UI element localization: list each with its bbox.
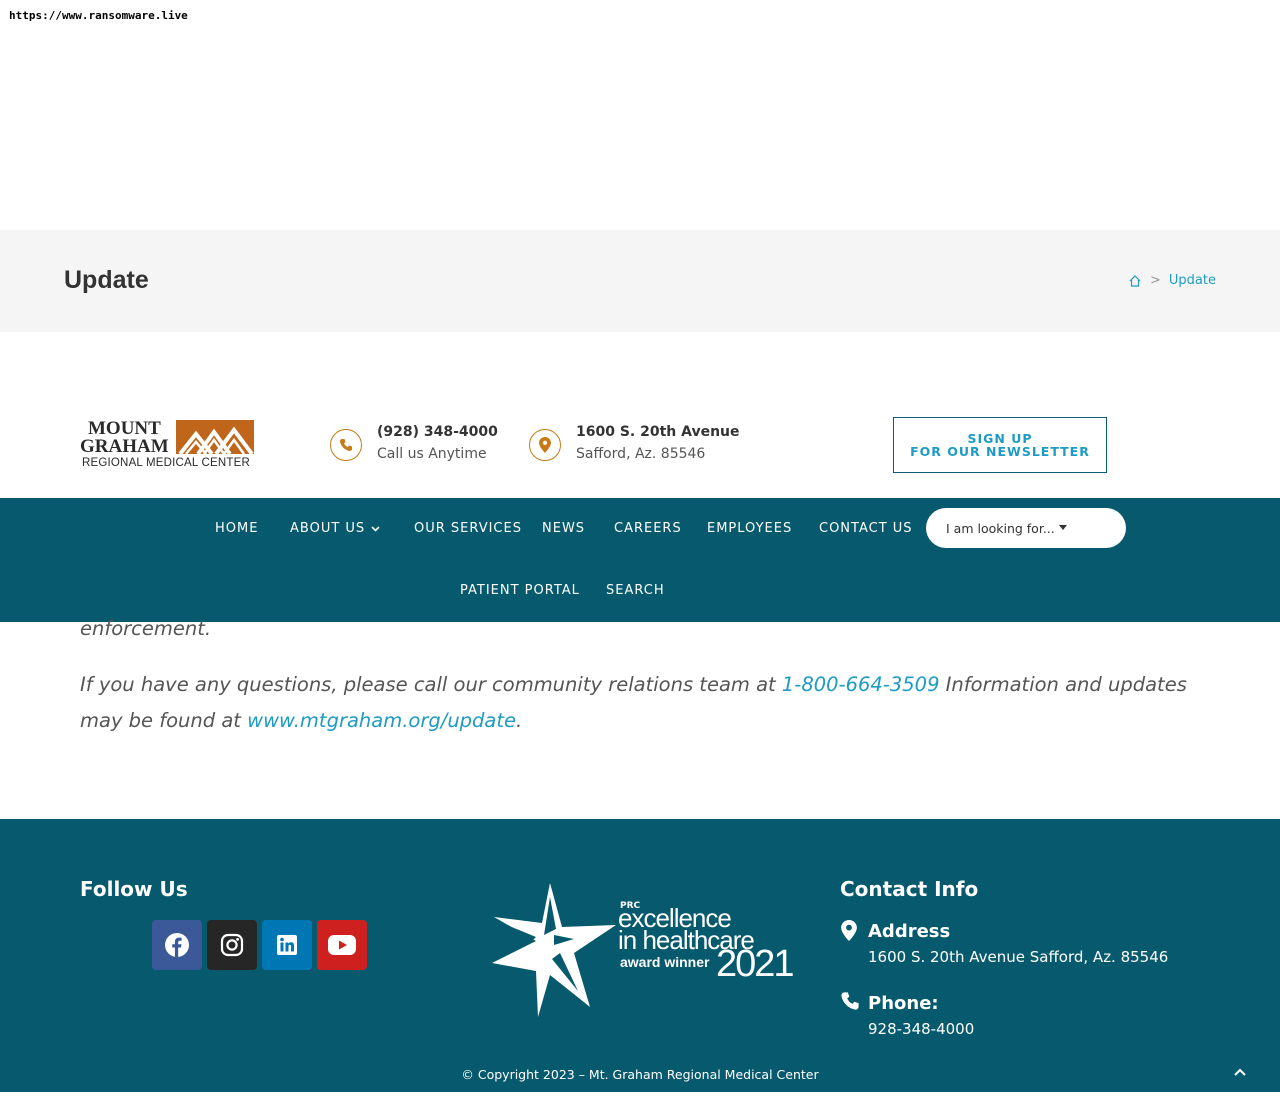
facebook-icon — [165, 933, 189, 957]
topbar: MOUNT GRAHAM REGIONAL MEDICAL CENTER (92… — [0, 395, 1280, 498]
page-header: Update > Update — [0, 230, 1280, 332]
breadcrumb-separator: > — [1150, 273, 1161, 288]
map-marker-icon — [529, 429, 561, 461]
nav-employees[interactable]: EMPLOYEES — [707, 521, 792, 536]
nav-careers[interactable]: CAREERS — [614, 521, 682, 536]
signup-line2: FOR OUR NEWSLETTER — [910, 444, 1090, 459]
site-footer: Follow Us PRC excellence in healthcare a… — [0, 819, 1280, 1092]
address-label: Address — [868, 921, 951, 942]
nav-about-us[interactable]: ABOUT US — [290, 521, 380, 536]
nav-patient-portal[interactable]: PATIENT PORTAL — [460, 583, 580, 598]
award-year: 2021 — [716, 943, 795, 985]
mountain-logo-icon — [176, 420, 254, 456]
chevron-up-icon — [1234, 1068, 1246, 1076]
youtube-icon — [328, 935, 356, 955]
address-street: 1600 S. 20th Avenue — [576, 424, 740, 440]
phone-icon — [330, 429, 362, 461]
nav-contact-us[interactable]: CONTACT US — [819, 521, 913, 536]
url-text: https://www.ransomware.live — [9, 9, 188, 22]
youtube-link[interactable] — [317, 920, 367, 970]
linkedin-link[interactable] — [262, 920, 312, 970]
update-page-link[interactable]: www.mtgraham.org/update — [247, 709, 516, 732]
nav-news[interactable]: NEWS — [542, 521, 585, 536]
phone-subtitle: Call us Anytime — [377, 446, 487, 462]
instagram-icon — [220, 933, 244, 957]
follow-us-title: Follow Us — [80, 877, 188, 901]
award-winner: award winner — [620, 954, 710, 970]
home-icon[interactable] — [1128, 274, 1142, 288]
nav-home[interactable]: HOME — [215, 521, 258, 536]
phone-icon — [841, 992, 859, 1010]
linkedin-icon — [277, 935, 297, 955]
looking-for-label: I am looking for... — [946, 520, 1055, 536]
caret-down-icon — [1059, 525, 1067, 530]
award-badge: PRC excellence in healthcare award winne… — [490, 879, 795, 1021]
site-logo[interactable]: MOUNT GRAHAM REGIONAL MEDICAL CENTER — [80, 418, 255, 472]
content-paragraph: If you have any questions, please call o… — [80, 673, 1187, 732]
phone-number[interactable]: (928) 348-4000 — [377, 421, 498, 443]
address-info: 1600 S. 20th Avenue Safford, Az. 85546 — [529, 421, 740, 465]
map-marker-icon — [841, 920, 857, 941]
phone-label: Phone: — [868, 993, 939, 1014]
looking-for-select[interactable]: I am looking for... — [926, 508, 1126, 548]
nav-search[interactable]: SEARCH — [606, 583, 665, 598]
nav-our-services[interactable]: OUR SERVICES — [414, 521, 522, 536]
logo-line2: GRAHAM — [80, 436, 169, 457]
copyright-text: © Copyright 2023 – Mt. Graham Regional M… — [461, 1067, 819, 1082]
address-city: Safford, Az. 85546 — [576, 446, 706, 462]
logo-line3: REGIONAL MEDICAL CENTER — [82, 457, 250, 469]
page-title: Update — [64, 266, 149, 294]
newsletter-signup-button[interactable]: SIGN UP FOR OUR NEWSLETTER — [893, 417, 1107, 473]
contact-info-title: Contact Info — [840, 877, 979, 901]
scroll-to-top-button[interactable] — [1220, 1052, 1260, 1092]
address-value: 1600 S. 20th Avenue Safford, Az. 85546 — [868, 948, 1169, 966]
bottom-strip — [0, 1092, 1280, 1112]
content-paragraph-fragment: enforcement. — [80, 617, 212, 640]
instagram-link[interactable] — [207, 920, 257, 970]
breadcrumb: > Update — [1128, 273, 1216, 288]
phone-value[interactable]: 928-348-4000 — [868, 1020, 974, 1038]
main-navigation: HOME ABOUT US OUR SERVICES NEWS CAREERS … — [0, 498, 1280, 622]
chevron-down-icon — [371, 525, 380, 532]
community-phone-link[interactable]: 1-800-664-3509 — [782, 673, 940, 696]
facebook-link[interactable] — [152, 920, 202, 970]
phone-info: (928) 348-4000 Call us Anytime — [330, 421, 498, 465]
breadcrumb-current[interactable]: Update — [1169, 273, 1216, 288]
